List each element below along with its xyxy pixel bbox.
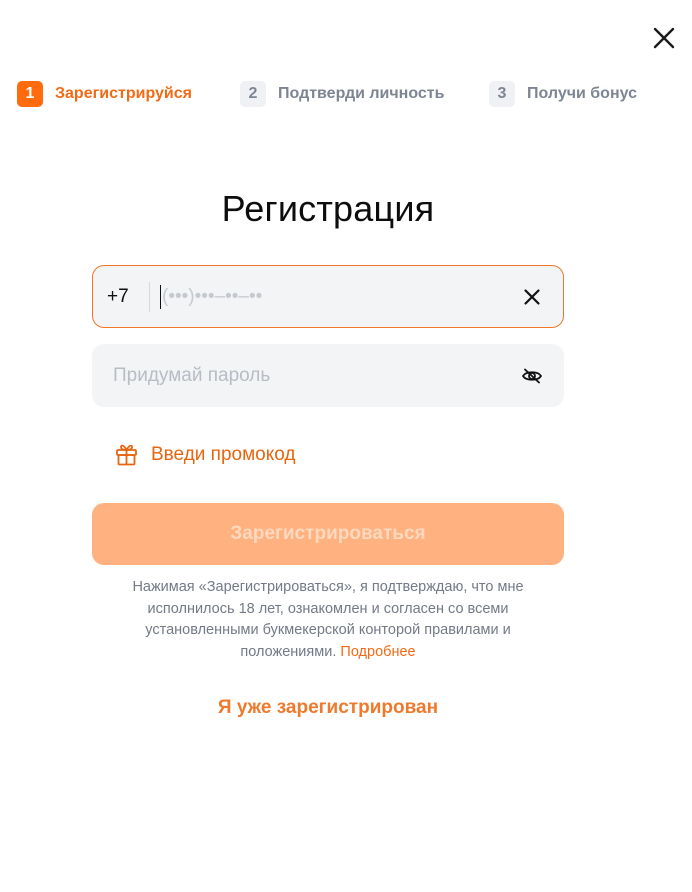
toggle-password-visibility-button[interactable]	[521, 365, 543, 387]
step-verify-identity: 2 Подтверди личность	[240, 81, 444, 107]
step-number: 3	[489, 81, 515, 107]
details-link[interactable]: Подробнее	[340, 644, 415, 660]
step-label: Получи бонус	[527, 85, 638, 102]
step-label: Зарегистрируйся	[55, 85, 192, 102]
step-number: 2	[240, 81, 266, 107]
clear-icon	[524, 289, 540, 305]
promo-code-label: Введи промокод	[151, 443, 296, 465]
text-caret	[160, 284, 161, 309]
legal-text: Нажимая «Зарегистрироваться», я подтверж…	[132, 579, 524, 660]
page-title: Регистрация	[221, 188, 435, 229]
eye-off-icon	[522, 368, 542, 384]
clear-phone-button[interactable]	[523, 288, 541, 306]
close-icon	[653, 27, 675, 49]
step-register: 1 Зарегистрируйся	[17, 81, 192, 107]
gift-icon	[116, 444, 137, 466]
step-get-bonus: 3 Получи бонус	[489, 81, 637, 107]
promo-code-link[interactable]: Введи промокод	[114, 442, 296, 467]
legal-disclaimer: Нажимая «Зарегистрироваться», я подтверж…	[100, 577, 556, 663]
prefix-divider	[149, 281, 150, 312]
already-registered-link[interactable]: Я уже зарегистрирован	[0, 697, 656, 719]
phone-country-code: +7	[107, 285, 129, 307]
phone-input[interactable]	[162, 285, 502, 308]
close-button[interactable]	[652, 26, 676, 50]
password-input[interactable]	[113, 364, 493, 387]
step-label: Подтверди личность	[278, 85, 445, 102]
step-number: 1	[17, 81, 43, 107]
phone-field[interactable]: +7	[92, 265, 564, 328]
register-button[interactable]: Зарегистрироваться	[92, 503, 564, 565]
password-field[interactable]	[92, 344, 564, 407]
